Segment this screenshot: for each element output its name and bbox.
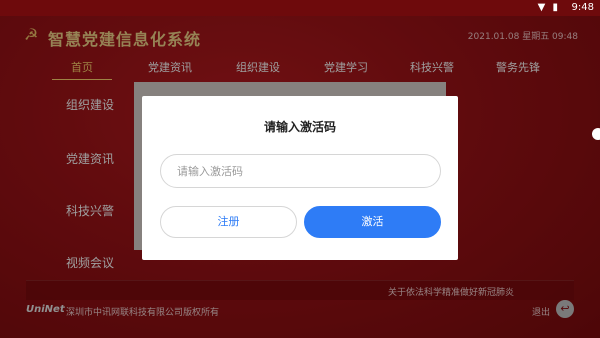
edge-swipe-handle[interactable] xyxy=(592,128,600,140)
status-time: 9:48 xyxy=(571,2,594,13)
status-bar: ▼ ▮ 9:48 xyxy=(0,0,600,16)
activation-dialog: 请输入激活码 注册 激活 xyxy=(142,96,458,260)
activation-code-input[interactable] xyxy=(160,154,441,188)
register-button[interactable]: 注册 xyxy=(160,206,297,238)
status-icons: ▼ ▮ xyxy=(537,2,560,13)
dialog-title: 请输入激活码 xyxy=(263,120,336,134)
activate-button[interactable]: 激活 xyxy=(304,206,441,238)
